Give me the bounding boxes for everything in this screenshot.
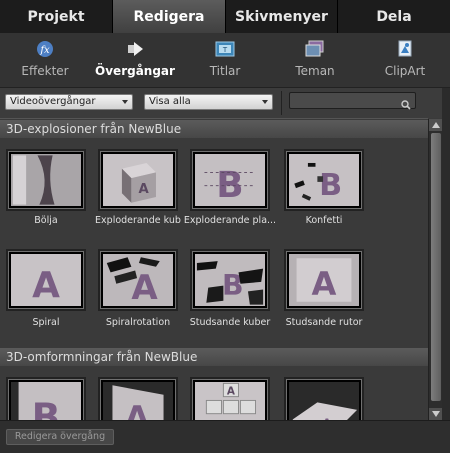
scroll-down-button[interactable] — [429, 408, 443, 420]
category-dropdown[interactable]: Videoövergångar — [5, 94, 133, 110]
transition-thumb[interactable]: B — [6, 377, 86, 420]
transition-arrow-icon — [124, 39, 146, 59]
transition-thumb[interactable]: B — [190, 249, 270, 311]
tool-label: Titlar — [209, 64, 241, 78]
transition-thumb[interactable]: B — [284, 149, 364, 211]
chevron-down-icon — [122, 100, 128, 104]
thumb-glyph: A — [125, 399, 150, 420]
transition-thumb[interactable]: A — [284, 249, 364, 311]
panel-footer: Redigera övergång — [0, 420, 450, 453]
svg-text:T: T — [222, 46, 228, 54]
thumb-glyph: A — [227, 386, 235, 398]
thumb-preview: B — [11, 382, 81, 420]
edit-transition-button[interactable]: Redigera övergång — [6, 429, 114, 445]
transition-label: Konfetti — [305, 215, 343, 226]
thumb-preview: A — [103, 382, 173, 420]
tool-label: ClipArt — [384, 64, 426, 78]
tool-label: Teman — [295, 64, 335, 78]
thumb-glyph: B — [32, 396, 61, 420]
tab-skivmenyer[interactable]: Skivmenyer — [226, 0, 338, 33]
transition-label: Studsande kuber — [189, 317, 271, 328]
tab-projekt[interactable]: Projekt — [0, 0, 113, 33]
section-header-3d-transforms: 3D-omformningar från NewBlue — [0, 348, 428, 366]
main-tab-bar: Projekt Redigera Skivmenyer Dela — [0, 0, 450, 33]
thumb-preview: B — [195, 254, 265, 306]
transition-thumb[interactable]: A — [190, 377, 270, 420]
tool-teman[interactable]: Teman — [270, 33, 360, 87]
magnifier-icon — [401, 95, 411, 114]
filter-bar: Videoövergångar Visa alla — [0, 88, 450, 118]
thumb-preview: A — [103, 254, 173, 306]
transition-label: Exploderande kub — [95, 215, 181, 226]
transition-thumb[interactable]: A — [6, 249, 86, 311]
svg-text:fx: fx — [39, 45, 50, 56]
clipart-icon — [394, 39, 416, 59]
transition-label: Bölja — [34, 215, 58, 226]
thumb-preview: B — [289, 154, 359, 206]
view-dropdown[interactable]: Visa alla — [144, 94, 273, 110]
fx-icon: fx — [34, 39, 56, 59]
edit-toolbar: fx Effekter Övergångar T Titlar Teman Cl… — [0, 33, 450, 88]
transition-label: Exploderande pla... — [183, 215, 277, 226]
thumb-glyph: A — [139, 182, 150, 197]
scroll-up-button[interactable] — [429, 119, 443, 131]
tool-clipart[interactable]: ClipArt — [360, 33, 450, 87]
tool-titlar[interactable]: T Titlar — [180, 33, 270, 87]
section-header-3d-explosions: 3D-explosioner från NewBlue — [0, 120, 428, 138]
transition-thumb[interactable]: B — [190, 149, 270, 211]
view-dropdown-value: Visa alla — [149, 96, 191, 107]
tool-label: Effekter — [21, 64, 69, 78]
thumb-glyph: B — [319, 168, 342, 203]
divider — [281, 91, 282, 115]
transition-label: Studsande rutor — [285, 317, 363, 328]
thumb-glyph: A — [32, 265, 60, 306]
tool-effekter[interactable]: fx Effekter — [0, 33, 90, 87]
theme-icon — [304, 39, 326, 59]
transition-thumb[interactable] — [6, 149, 86, 211]
transition-label: Spiral — [32, 317, 60, 328]
tab-dela[interactable]: Dela — [338, 0, 450, 33]
gallery-scrollbar[interactable] — [428, 119, 443, 420]
thumb-preview — [11, 154, 81, 206]
thumb-preview: A — [103, 154, 173, 206]
transition-label: Spiralrotation — [105, 317, 171, 328]
transition-thumb[interactable]: A — [98, 249, 178, 311]
tab-redigera[interactable]: Redigera — [113, 0, 226, 33]
thumb-preview: A — [11, 254, 81, 306]
tool-overgangar[interactable]: Övergångar — [90, 33, 180, 87]
category-dropdown-value: Videoövergångar — [10, 96, 96, 107]
thumb-preview: A — [289, 382, 359, 420]
transition-thumb[interactable]: A — [98, 149, 178, 211]
thumb-preview: A — [195, 382, 265, 420]
search-input[interactable] — [289, 92, 416, 110]
scroll-thumb[interactable] — [431, 133, 441, 401]
transition-thumb[interactable]: A — [98, 377, 178, 420]
panel-edge — [442, 88, 450, 428]
title-film-icon: T — [214, 39, 236, 59]
arrow-up-icon — [432, 122, 440, 128]
tool-label: Övergångar — [95, 64, 175, 78]
transitions-gallery: 3D-explosioner från NewBlue Bölja A Expl… — [0, 118, 428, 420]
arrow-down-icon — [432, 411, 440, 417]
thumb-preview: A — [289, 254, 359, 306]
thumb-glyph: A — [312, 265, 337, 303]
thumb-preview: B — [195, 154, 265, 206]
chevron-down-icon — [262, 100, 268, 104]
transition-thumb[interactable]: A — [284, 377, 364, 420]
